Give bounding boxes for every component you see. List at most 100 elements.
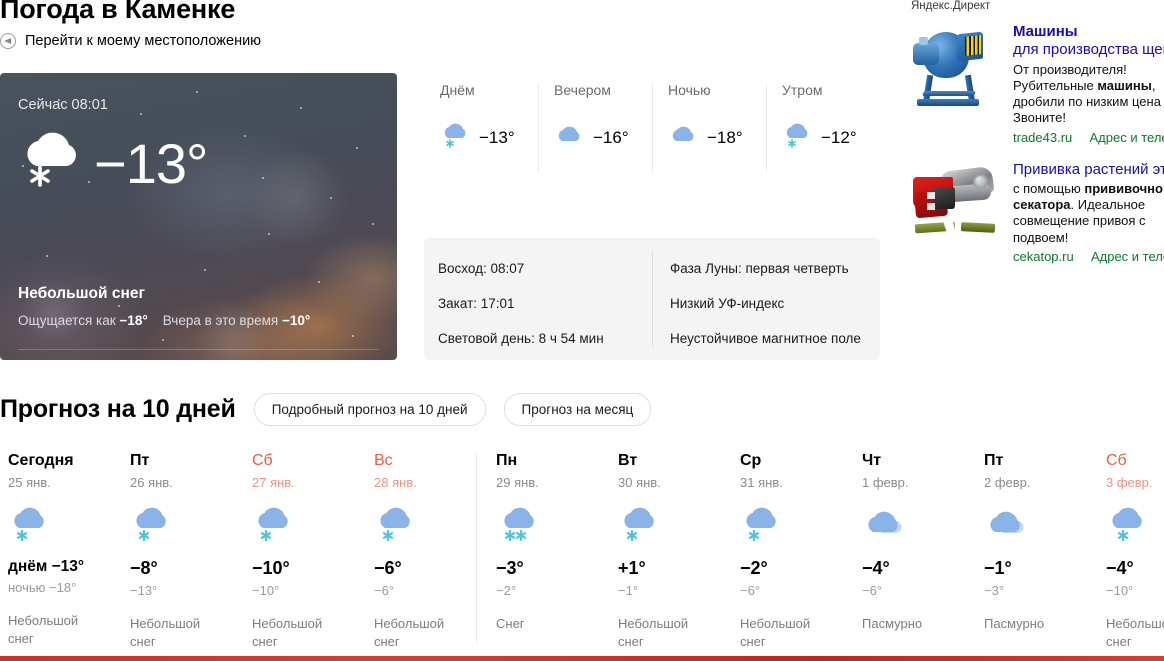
daypart-temp: −16° bbox=[593, 127, 629, 147]
night-temperature: −3° bbox=[984, 583, 1005, 598]
day-condition: Пасмурно bbox=[984, 616, 1045, 631]
daypart-label: Вечером bbox=[554, 82, 611, 98]
sunrise-line: Восход: 08:07 bbox=[438, 261, 525, 276]
ad-contacts-link[interactable]: Адрес и теле bbox=[1091, 249, 1164, 264]
daypart-temp: −18° bbox=[707, 127, 743, 147]
weather-page: Погода в Каменке Перейти к моему местопо… bbox=[0, 0, 1164, 661]
daylight-line: Световой день: 8 ч 54 мин bbox=[438, 331, 604, 346]
geo-link-label: Перейти к моему местоположению bbox=[25, 33, 262, 49]
day-temperature: −3° bbox=[496, 558, 524, 578]
cloud-snow-icon bbox=[440, 121, 470, 154]
ads-sidebar: Яндекс.Директ Машины для производства ще… bbox=[911, 0, 1164, 280]
cloud-snow-icon bbox=[1106, 506, 1164, 546]
day-temperature: −6° bbox=[374, 558, 402, 578]
forecast-day-column[interactable]: Пт 26 янв. −8° −13° Небольшой снег bbox=[122, 452, 244, 652]
forecast-day-column[interactable]: Сегодня 25 янв. днём −13° ночью −18° Неб… bbox=[0, 452, 122, 652]
divider bbox=[18, 349, 379, 350]
night-temperature: −6° bbox=[374, 583, 395, 598]
day-date: 25 янв. bbox=[8, 475, 51, 490]
forecast-day-column[interactable]: Ср 31 янв. −2° −6° Небольшой снег bbox=[732, 452, 854, 652]
night-temperature: −13° bbox=[130, 583, 158, 598]
day-temperature: −2° bbox=[740, 558, 768, 578]
current-time-label: Сейчас 08:01 bbox=[18, 97, 108, 113]
cloud-snow-icon bbox=[252, 506, 366, 546]
month-forecast-button[interactable]: Прогноз на месяц bbox=[503, 393, 652, 426]
astronomy-info-panel: Восход: 08:07 Закат: 17:01 Световой день… bbox=[424, 238, 880, 360]
day-name: Пт bbox=[984, 452, 1004, 469]
day-condition: Пасмурно bbox=[862, 616, 923, 631]
ad-title[interactable]: Прививка растений это просто bbox=[1013, 161, 1164, 179]
daypart-temp: −13° bbox=[479, 127, 515, 147]
ad-domain[interactable]: trade43.ru bbox=[1013, 130, 1072, 145]
day-condition: Небольшой снег bbox=[130, 616, 201, 649]
forecast-day-column[interactable]: Чт 1 февр. −4° −6° Пасмурно bbox=[854, 452, 976, 652]
day-temperature: −4° bbox=[1106, 558, 1134, 578]
day-condition: Небольшой снег bbox=[252, 616, 323, 649]
cloud-icon bbox=[668, 121, 698, 154]
magnetic-field-line: Неустойчивое магнитное поле bbox=[670, 331, 861, 346]
forecast-day-column[interactable]: Вт 30 янв. +1° −1° Небольшой снег bbox=[610, 452, 732, 652]
location-arrow-icon bbox=[0, 33, 16, 49]
cloud-overcast-icon bbox=[862, 506, 976, 546]
forecast-day-column[interactable]: Пт 2 февр. −1° −3° Пасмурно bbox=[976, 452, 1098, 652]
ad-title-rest: для производства щепы! bbox=[1013, 41, 1164, 59]
day-date: 31 янв. bbox=[740, 475, 783, 490]
ad-links[interactable]: trade43.ru Адрес и теле bbox=[1013, 130, 1164, 145]
feels-like-value: −18° bbox=[119, 313, 148, 328]
ad-title-rest: Прививка растений это просто bbox=[1013, 160, 1164, 178]
day-date: 2 февр. bbox=[984, 475, 1031, 490]
day-temperature: −4° bbox=[862, 558, 890, 578]
grafting-secateur-image[interactable] bbox=[911, 160, 1003, 253]
night-temperature: ночью −18° bbox=[8, 580, 77, 595]
daypart-night[interactable]: Ночью −18° bbox=[652, 82, 766, 182]
ad-domain[interactable]: cekatop.ru bbox=[1013, 249, 1074, 264]
current-temperature-block: −13° bbox=[16, 130, 208, 197]
ad-text: с помощью прививочно секатора. Идеальное… bbox=[1013, 180, 1163, 245]
forecast-day-column[interactable]: Вс 28 янв. −6° −6° Небольшой снег bbox=[366, 452, 488, 652]
day-condition: Небольшой снег bbox=[374, 616, 445, 649]
yesterday-value: −10° bbox=[281, 313, 311, 328]
detailed-10day-forecast-button[interactable]: Подробный прогноз на 10 дней bbox=[253, 393, 486, 426]
ad-title[interactable]: Машины для производства щепы! bbox=[1013, 23, 1164, 60]
forecast-day-column[interactable]: Сб 27 янв. −10° −10° Небольшой снег bbox=[244, 452, 366, 652]
ad-item[interactable]: Прививка растений это просто с помощью п… bbox=[911, 160, 1164, 264]
ad-links[interactable]: cekatop.ru Адрес и теле bbox=[1013, 249, 1164, 264]
current-condition: Небольшой снег bbox=[18, 285, 145, 302]
sunset-line: Закат: 17:01 bbox=[438, 296, 515, 311]
day-date: 29 янв. bbox=[496, 475, 539, 490]
cloud-snow-icon bbox=[8, 506, 122, 546]
current-weather-card: Сейчас 08:01 −13° Небольшой снег Ощущает… bbox=[0, 73, 397, 360]
uv-index-line: Низкий УФ-индекс bbox=[670, 296, 785, 311]
cloud-snow-icon bbox=[374, 506, 488, 546]
ad-contacts-link[interactable]: Адрес и теле bbox=[1090, 130, 1164, 145]
blower-machine-image[interactable] bbox=[911, 23, 1003, 115]
day-name: Сб bbox=[1106, 452, 1127, 469]
go-to-my-location-link[interactable]: Перейти к моему местоположению bbox=[0, 33, 261, 49]
daypart-label: Утром bbox=[782, 82, 823, 98]
yesterday-label: Вчера в это время bbox=[162, 313, 279, 328]
daypart-day[interactable]: Днём −13° bbox=[424, 82, 538, 182]
cloud-icon bbox=[554, 121, 584, 154]
moon-info-column: Фаза Луны: первая четверть Низкий УФ-инд… bbox=[652, 238, 880, 360]
cloud-snow-icon bbox=[618, 506, 732, 546]
day-name: Сегодня bbox=[8, 452, 74, 469]
current-extra-temps: Ощущается как −18° Вчера в это время −10… bbox=[18, 313, 310, 328]
current-temperature-value: −13° bbox=[94, 131, 208, 195]
day-name: Вс bbox=[374, 452, 393, 469]
day-name: Сб bbox=[252, 452, 273, 469]
daypart-morning[interactable]: Утром −12° bbox=[766, 82, 880, 182]
ad-item[interactable]: Машины для производства щепы! От произво… bbox=[911, 23, 1164, 145]
forecast-day-column[interactable]: Сб 3 февр. −4° −10° Небольшой снег bbox=[1098, 452, 1164, 652]
day-condition: Небольшой снег bbox=[1106, 616, 1164, 649]
day-date: 26 янв. bbox=[130, 475, 173, 490]
day-temperature: −8° bbox=[130, 558, 158, 578]
daypart-evening[interactable]: Вечером −16° bbox=[538, 82, 652, 182]
ad-title-bold: Машины bbox=[1013, 23, 1078, 40]
day-temperature: −1° bbox=[984, 558, 1012, 578]
forecast-header: Прогноз на 10 дней Подробный прогноз на … bbox=[0, 393, 652, 426]
day-date: 3 февр. bbox=[1106, 475, 1153, 490]
feels-like-label: Ощущается как bbox=[18, 313, 116, 328]
day-temperature: −10° bbox=[252, 558, 290, 578]
forecast-day-column[interactable]: Пн 29 янв. −3° −2° Снег bbox=[476, 452, 610, 652]
day-date: 28 янв. bbox=[374, 475, 417, 490]
